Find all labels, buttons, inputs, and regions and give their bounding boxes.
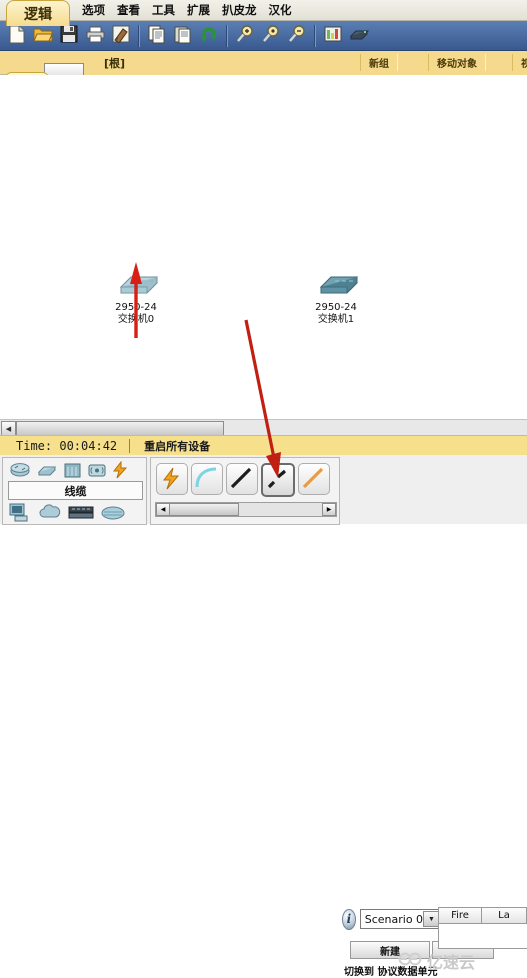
- scenario-selected-value: Scenario 0: [364, 912, 424, 926]
- canvas-horizontal-scrollbar[interactable]: ◀: [0, 419, 527, 436]
- workspace-canvas[interactable]: 2950-24 交换机0 2950-24 交换机1: [0, 75, 527, 420]
- cable-group-label: 线缆: [8, 481, 143, 500]
- pdu-column-fire[interactable]: Fire: [439, 908, 482, 924]
- new-file-icon: [8, 25, 26, 47]
- info-icon[interactable]: i: [342, 908, 356, 930]
- menu-extensions[interactable]: 扩展: [181, 0, 216, 20]
- menu-papilong[interactable]: 扒皮龙: [216, 0, 263, 20]
- console-cable-icon: [192, 467, 220, 495]
- root-breadcrumb: [根]: [104, 57, 126, 70]
- tab-logical[interactable]: 逻辑: [6, 0, 70, 26]
- scroll-left-arrow-icon[interactable]: ◀: [1, 421, 16, 436]
- toolbar-separator-2: [226, 24, 228, 47]
- device-type-multiuser[interactable]: [100, 504, 126, 524]
- copper-straight-icon: [227, 467, 255, 495]
- device-switch-1-label: 交换机1: [317, 314, 355, 325]
- zoom-out-button[interactable]: [285, 24, 309, 48]
- cable-scroll-thumb[interactable]: [169, 503, 239, 516]
- cable-copper-straight[interactable]: [226, 463, 258, 495]
- cable-panel-scrollbar[interactable]: ◀ ▶: [155, 502, 337, 517]
- palette-icon: [324, 26, 342, 45]
- simulation-time: Time: 00:04:42: [16, 439, 118, 453]
- open-button[interactable]: [31, 24, 55, 48]
- new-scenario-button[interactable]: 新建: [350, 941, 430, 959]
- menu-options[interactable]: 选项: [76, 0, 111, 20]
- device-type-routers[interactable]: [9, 462, 31, 482]
- cable-automatic[interactable]: [156, 463, 188, 495]
- copper-crossover-icon: [263, 469, 291, 496]
- zoom-out-icon: [288, 25, 306, 46]
- device-type-wireless[interactable]: [87, 462, 107, 482]
- switch-icon: [111, 276, 161, 302]
- menu-bar: 文件 编辑 选项 查看 工具 扩展 扒皮龙 汉化: [0, 0, 527, 21]
- cable-type-panel: ◀ ▶: [150, 457, 340, 525]
- menu-view[interactable]: 查看: [111, 0, 146, 20]
- paste-button[interactable]: [171, 24, 195, 48]
- open-folder-icon: [33, 26, 53, 46]
- save-floppy-icon: [60, 25, 78, 46]
- drawing-palette-button[interactable]: [321, 24, 345, 48]
- device-type-row-1: [9, 460, 129, 482]
- toolbar-separator-3: [314, 24, 316, 47]
- menu-chinese[interactable]: 汉化: [263, 0, 298, 20]
- paste-icon: [174, 25, 192, 47]
- menu-tools[interactable]: 工具: [146, 0, 181, 20]
- main-toolbar: [0, 21, 527, 51]
- device-type-connections[interactable]: [112, 460, 129, 482]
- switch-icon: [311, 276, 361, 302]
- device-type-wan-emulation[interactable]: [38, 503, 62, 524]
- zoom-in-button[interactable]: [233, 24, 257, 48]
- print-icon: [86, 26, 105, 46]
- device-type-custom-made[interactable]: [67, 504, 95, 524]
- device-switch-0-label: 交换机0: [117, 314, 155, 325]
- view-button[interactable]: 视: [512, 54, 527, 71]
- activity-wizard-button[interactable]: [109, 24, 133, 48]
- device-type-end-devices[interactable]: [9, 502, 33, 525]
- move-object-button[interactable]: 移动对象: [428, 54, 486, 71]
- toolbar-separator-1: [138, 24, 140, 47]
- status-bar: Time: 00:04:42 重启所有设备: [0, 435, 527, 457]
- print-button[interactable]: [83, 24, 107, 48]
- undo-button[interactable]: [197, 24, 221, 48]
- cable-scroll-right-icon[interactable]: ▶: [322, 503, 336, 516]
- scenario-controls: i Scenario 0 ▼: [342, 907, 442, 931]
- zoom-in-icon: [236, 25, 254, 46]
- custom-device-button[interactable]: [347, 24, 371, 48]
- device-switch-1[interactable]: 2950-24 交换机1: [296, 273, 376, 326]
- custom-device-icon: [348, 26, 370, 45]
- device-switch-0[interactable]: 2950-24 交换机0: [96, 273, 176, 326]
- device-type-hubs[interactable]: [63, 462, 82, 482]
- copy-icon: [148, 25, 166, 47]
- pdu-list-grid[interactable]: Fire La: [438, 907, 527, 949]
- new-group-button[interactable]: 新组: [360, 54, 398, 71]
- device-switch-0-model: 2950-24: [115, 302, 157, 313]
- cable-console[interactable]: [191, 463, 223, 495]
- save-button[interactable]: [57, 24, 81, 48]
- scroll-thumb[interactable]: [16, 421, 224, 436]
- device-type-panel: 线缆: [2, 457, 147, 525]
- cable-fiber[interactable]: [298, 463, 330, 495]
- cable-copper-crossover[interactable]: [261, 463, 295, 497]
- copy-button[interactable]: [145, 24, 169, 48]
- cable-scroll-left-icon[interactable]: ◀: [156, 503, 170, 516]
- device-type-row-2: [9, 502, 126, 525]
- lightning-icon: [157, 467, 185, 495]
- new-button[interactable]: [5, 24, 29, 48]
- zoom-reset-button[interactable]: [259, 24, 283, 48]
- reset-all-devices-button[interactable]: 重启所有设备: [130, 438, 210, 454]
- bottom-bar: 线缆 ◀ ▶ i Scenario 0 ▼ 新建 切换到 协议数据单元 Fire…: [0, 455, 527, 978]
- fiber-cable-icon: [299, 467, 327, 495]
- scenario-select[interactable]: Scenario 0 ▼: [359, 909, 442, 929]
- device-type-switches[interactable]: [36, 462, 58, 481]
- zoom-reset-icon: [262, 25, 280, 46]
- pdu-column-last-status[interactable]: La: [482, 908, 527, 924]
- device-switch-1-model: 2950-24: [315, 302, 357, 313]
- toggle-pdu-list-label[interactable]: 切换到 协议数据单元: [344, 963, 437, 978]
- undo-arrow-icon: [200, 26, 219, 46]
- activity-wizard-icon: [112, 25, 130, 46]
